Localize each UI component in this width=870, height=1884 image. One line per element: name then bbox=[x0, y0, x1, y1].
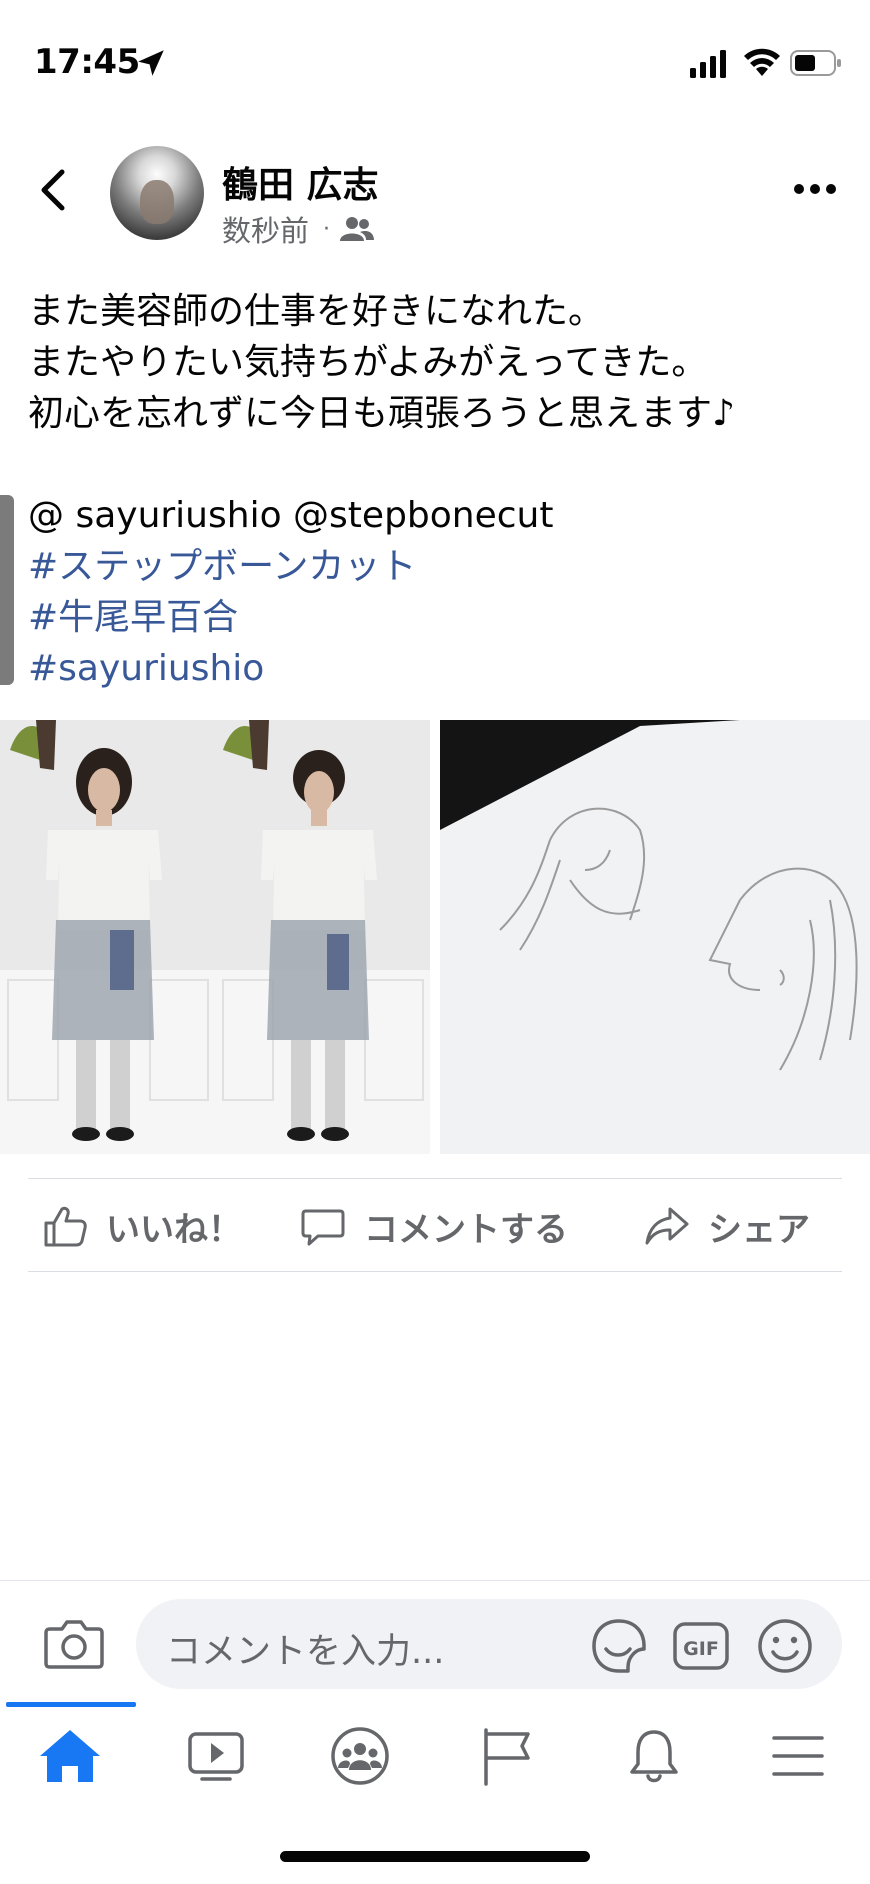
location-arrow-icon bbox=[138, 50, 164, 76]
avatar-face bbox=[140, 180, 174, 224]
author-name[interactable]: 鶴田 広志 bbox=[222, 156, 379, 208]
more-options-icon[interactable] bbox=[792, 176, 838, 202]
tab-groups[interactable] bbox=[328, 1726, 392, 1786]
post-photo-sketch[interactable] bbox=[440, 720, 870, 1154]
hashtag-link[interactable]: #牛尾早百合 bbox=[28, 592, 858, 643]
post-text-line: またやりたい気持ちがよみがえってきた。 bbox=[28, 342, 708, 383]
cellular-signal-icon bbox=[690, 50, 726, 78]
friends-icon bbox=[340, 217, 375, 241]
emoji-icon[interactable] bbox=[756, 1617, 814, 1675]
tab-notifications[interactable] bbox=[622, 1726, 686, 1786]
comment-input[interactable]: コメントを入力... GIF bbox=[136, 1599, 842, 1689]
battery-icon bbox=[790, 50, 841, 76]
author-avatar[interactable] bbox=[110, 146, 204, 240]
tab-watch[interactable] bbox=[184, 1726, 248, 1786]
gif-icon[interactable]: GIF bbox=[672, 1619, 730, 1673]
tab-pages[interactable] bbox=[476, 1726, 540, 1786]
bottom-tab-bar bbox=[0, 1702, 870, 1812]
post-meta: 数秒前 · bbox=[222, 208, 375, 250]
post-photo-after[interactable] bbox=[215, 720, 430, 1154]
notifications-bell-icon bbox=[630, 1730, 678, 1783]
status-bar: 17:45 bbox=[0, 0, 870, 120]
hashtag-link[interactable]: #ステップボーンカット bbox=[28, 541, 858, 592]
share-button[interactable]: シェア bbox=[644, 1201, 810, 1251]
sticker-icon[interactable] bbox=[590, 1617, 648, 1675]
comment-placeholder: コメントを入力... bbox=[166, 1632, 445, 1672]
post-mentions[interactable]: @ sayuriushio @stepbonecut bbox=[28, 490, 858, 541]
side-scroll-tab[interactable] bbox=[0, 495, 14, 685]
watch-icon bbox=[188, 1732, 244, 1781]
tab-home[interactable] bbox=[38, 1726, 102, 1786]
comment-composer: コメントを入力... GIF bbox=[0, 1580, 870, 1702]
post-text: また美容師の仕事を好きになれた。 またやりたい気持ちがよみがえってきた。 初心を… bbox=[28, 286, 858, 694]
post-text-line: 初心を忘れずに今日も頑張ろうと思えます♪ bbox=[28, 393, 735, 434]
pages-flag-icon bbox=[484, 1728, 530, 1786]
active-tab-indicator bbox=[6, 1702, 136, 1707]
post-timestamp[interactable]: 数秒前 bbox=[222, 208, 309, 250]
speech-bubble-icon bbox=[301, 1209, 345, 1246]
hashtag-link[interactable]: #sayuriushio bbox=[28, 643, 858, 694]
menu-icon bbox=[772, 1736, 824, 1776]
post-photo-before[interactable] bbox=[0, 720, 215, 1154]
share-label: シェア bbox=[708, 1209, 810, 1250]
back-button[interactable] bbox=[34, 166, 74, 214]
share-arrow-icon bbox=[645, 1207, 689, 1245]
like-button[interactable]: いいね！ bbox=[42, 1201, 242, 1251]
meta-separator: · bbox=[323, 216, 331, 242]
post-text-line: また美容師の仕事を好きになれた。 bbox=[28, 291, 605, 332]
wifi-icon bbox=[744, 48, 780, 76]
comment-button[interactable]: コメントする bbox=[300, 1201, 568, 1251]
groups-icon bbox=[331, 1727, 389, 1785]
comment-label: コメントする bbox=[364, 1209, 568, 1250]
gif-label: GIF bbox=[683, 1638, 719, 1660]
post-actions: いいね！ コメントする シェア bbox=[28, 1178, 842, 1272]
home-icon bbox=[40, 1730, 100, 1782]
status-time: 17:45 bbox=[34, 42, 140, 82]
tab-menu[interactable] bbox=[766, 1726, 830, 1786]
thumbs-up-icon bbox=[44, 1206, 87, 1247]
home-indicator[interactable] bbox=[280, 1851, 590, 1862]
camera-icon[interactable] bbox=[44, 1617, 104, 1669]
like-label: いいね！ bbox=[106, 1209, 242, 1250]
